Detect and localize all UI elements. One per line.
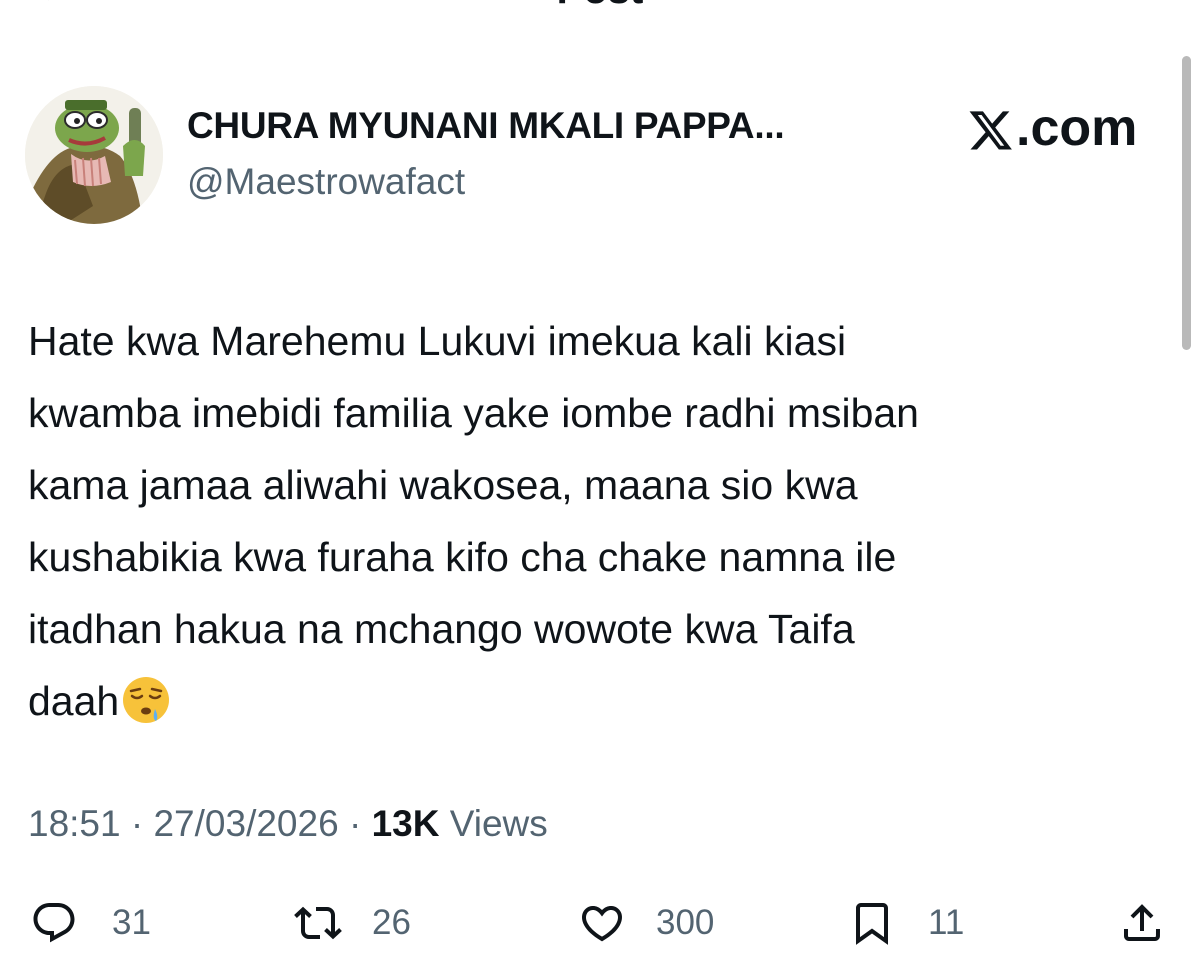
reply-count: 31 xyxy=(112,903,151,942)
views-label: Views xyxy=(439,803,548,844)
author-handle[interactable]: @Maestrowafact xyxy=(187,160,465,204)
scrollbar[interactable] xyxy=(1182,56,1191,350)
meta-separator: · xyxy=(338,803,372,844)
avatar[interactable] xyxy=(25,86,163,224)
action-bar: 31 26 300 11 xyxy=(0,893,1200,953)
tweet-date[interactable]: 27/03/2026 xyxy=(153,803,338,844)
share-icon xyxy=(1124,904,1160,941)
retweet-icon xyxy=(294,906,342,940)
frog-avatar-icon xyxy=(25,86,163,224)
author-display-name[interactable]: CHURA MYUNANI MKALI PAPPA... xyxy=(187,104,785,148)
x-logo-icon xyxy=(969,111,1012,150)
tweet-time[interactable]: 18:51 xyxy=(28,803,121,844)
x-com-watermark: .com xyxy=(968,98,1137,158)
meta-separator: · xyxy=(120,803,154,844)
reply-button[interactable]: 31 xyxy=(30,893,151,953)
like-count: 300 xyxy=(656,903,715,942)
share-button[interactable] xyxy=(1118,893,1166,953)
bookmark-count: 11 xyxy=(928,903,965,942)
retweet-button[interactable]: 26 xyxy=(294,893,411,953)
tweet-body: Hate kwa Marehemu Lukuvi imekua kali kia… xyxy=(28,318,919,724)
views-count: 13K xyxy=(371,803,440,844)
heart-icon xyxy=(581,906,623,942)
bookmark-button[interactable]: 11 xyxy=(848,893,964,953)
sleepy-face-emoji-icon xyxy=(123,677,170,723)
page-title: Post xyxy=(0,0,1200,10)
bookmark-icon xyxy=(856,903,888,945)
watermark-text: .com xyxy=(1016,99,1138,157)
retweet-count: 26 xyxy=(372,903,411,942)
tweet-text: Hate kwa Marehemu Lukuvi imekua kali kia… xyxy=(28,305,1178,737)
top-navigation-bar: Post xyxy=(0,0,1200,10)
reply-icon xyxy=(33,903,75,943)
like-button[interactable]: 300 xyxy=(578,893,714,953)
tweet-meta: 18:51 · 27/03/2026 · 13K Views xyxy=(28,802,548,846)
post-page: Post CHURA MYUNANI MKALI PAPPA... @Maest… xyxy=(0,0,1200,974)
